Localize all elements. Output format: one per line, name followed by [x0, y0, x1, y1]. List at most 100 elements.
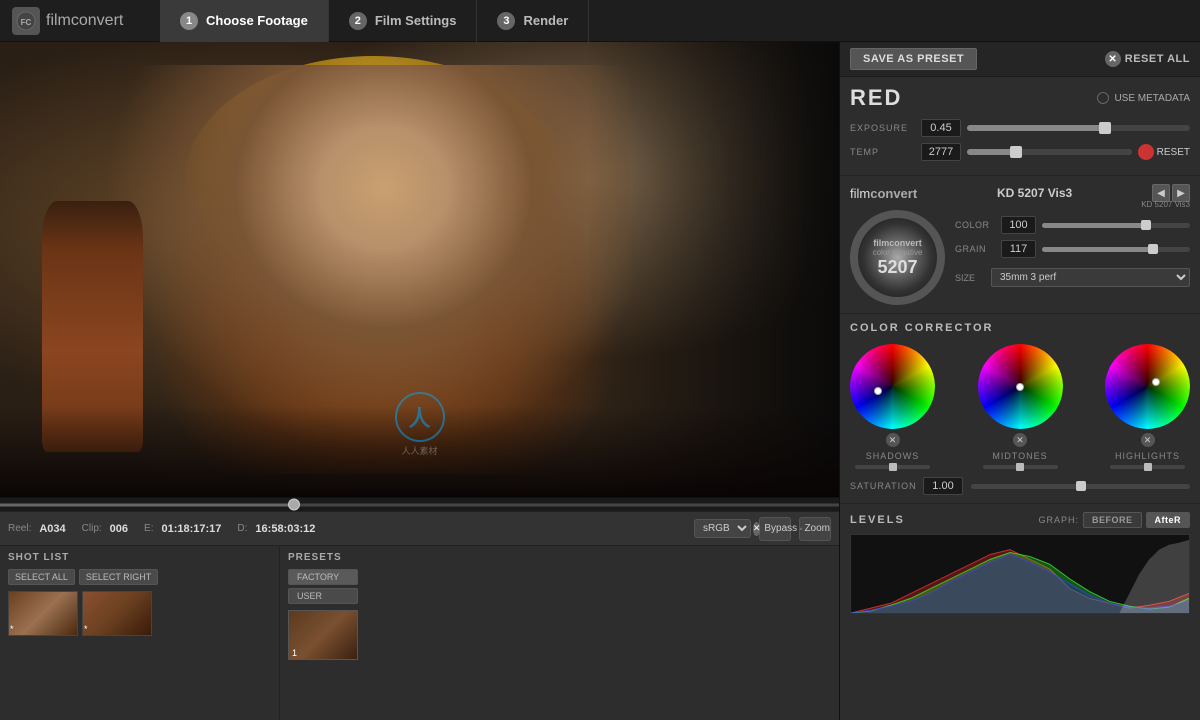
exposure-handle[interactable]: [1099, 122, 1111, 134]
fc-params: KD 5207 Vis3 COLOR GRAIN: [955, 210, 1190, 305]
highlights-label: HIGHLIGHTS: [1115, 451, 1180, 461]
shot-list-panel: SHOT LIST SELECT ALL SELECT RIGHT * *: [0, 546, 280, 720]
highlights-overlay: [1105, 344, 1190, 429]
shadows-slider[interactable]: [855, 465, 930, 469]
metadata-radio[interactable]: [1097, 92, 1109, 104]
select-right-button[interactable]: SELECT RIGHT: [79, 569, 158, 585]
exposure-row: EXPOSURE: [850, 119, 1190, 137]
highlights-wheel-inner: [1105, 344, 1190, 429]
histogram-svg: [851, 535, 1189, 613]
clip-label: Clip:: [82, 523, 102, 534]
user-button[interactable]: USER: [288, 588, 358, 604]
grain-slider[interactable]: [1042, 247, 1190, 252]
save-preset-button[interactable]: SAVE AS PRESET: [850, 48, 977, 70]
temp-slider[interactable]: [967, 149, 1132, 155]
after-button[interactable]: AfteR: [1146, 512, 1191, 528]
shot-thumb-1[interactable]: *: [8, 591, 78, 636]
levels-title: LEVELS: [850, 514, 905, 526]
shadows-reset-button[interactable]: ✕: [886, 433, 900, 447]
red-section: RED USE METADATA EXPOSURE TEMP: [840, 77, 1200, 176]
thumb-star-2: *: [84, 624, 88, 634]
exposure-slider[interactable]: [967, 125, 1190, 131]
factory-button[interactable]: FACTORY: [288, 569, 358, 585]
color-fill: [1042, 223, 1146, 228]
color-wheels-row: ✕ SHADOWS ✕ MIDTONES: [850, 344, 1190, 469]
highlights-reset-button[interactable]: ✕: [1141, 433, 1155, 447]
color-space-select[interactable]: sRGB: [694, 519, 751, 538]
color-handle[interactable]: [1141, 220, 1151, 230]
e-label: E:: [144, 523, 153, 534]
shot-thumb-2[interactable]: *: [82, 591, 152, 636]
tab-choose-footage[interactable]: 1 Choose Footage: [160, 0, 329, 42]
midtones-slider[interactable]: [983, 465, 1058, 469]
shadows-dot[interactable]: [874, 387, 882, 395]
right-top-bar: SAVE AS PRESET ✕ RESET ALL: [840, 42, 1200, 77]
temp-fill: [967, 149, 1016, 155]
tab-film-settings[interactable]: 2 Film Settings: [329, 0, 478, 42]
temp-label: TEMP: [850, 147, 915, 157]
scrubber-track[interactable]: [0, 503, 839, 506]
zoom-button[interactable]: Zoom: [799, 517, 831, 541]
midtones-reset-button[interactable]: ✕: [1013, 433, 1027, 447]
highlights-wheel[interactable]: [1105, 344, 1190, 429]
tab3-num: 3: [497, 12, 515, 30]
levels-header: LEVELS GRAPH: BEFORE AfteR: [850, 512, 1190, 528]
d-timecode: 16:58:03:12: [255, 523, 315, 535]
film-wheel[interactable]: filmconvert color negative 5207: [850, 210, 945, 305]
preset-thumbnail[interactable]: 1: [288, 610, 358, 660]
tab2-num: 2: [349, 12, 367, 30]
shot-list-title: SHOT LIST: [8, 552, 271, 563]
grain-fill: [1042, 247, 1153, 252]
use-metadata[interactable]: USE METADATA: [1097, 92, 1190, 104]
temp-handle[interactable]: [1010, 146, 1022, 158]
highlights-slider-handle[interactable]: [1144, 463, 1152, 471]
fc-film-name: KD 5207 Vis3: [997, 186, 1072, 200]
color-slider[interactable]: [1042, 223, 1190, 228]
preset-buttons: FACTORY USER: [288, 569, 358, 604]
exposure-input[interactable]: [921, 119, 961, 137]
fc-film-label-overlay: KD 5207 Vis3: [1141, 200, 1190, 209]
app-icon: FC: [12, 7, 40, 35]
highlights-dot[interactable]: [1152, 378, 1160, 386]
grain-handle[interactable]: [1148, 244, 1158, 254]
highlights-slider[interactable]: [1110, 465, 1185, 469]
shadows-slider-handle[interactable]: [889, 463, 897, 471]
grain-label: GRAIN: [955, 244, 995, 254]
midtones-slider-handle[interactable]: [1016, 463, 1024, 471]
shadows-overlay: [850, 344, 935, 429]
bypass-button[interactable]: ✕ Bypass: [759, 517, 791, 541]
video-area[interactable]: 人 人人素材: [0, 42, 839, 497]
color-input[interactable]: [1001, 216, 1036, 234]
reset-red-button[interactable]: RESET: [1138, 144, 1190, 160]
saturation-input[interactable]: [923, 477, 963, 495]
select-all-button[interactable]: SELECT ALL: [8, 569, 75, 585]
left-panel: 人 人人素材 Reel: A034 Clip: 006 E: 01:18:17:…: [0, 42, 840, 720]
video-preview: 人 人人素材: [0, 42, 839, 497]
reel-value: A034: [39, 523, 65, 535]
shadows-wheel-container: ✕ SHADOWS: [850, 344, 935, 469]
reset-all-button[interactable]: ✕ RESET ALL: [1105, 51, 1190, 67]
midtones-wheel[interactable]: [978, 344, 1063, 429]
histogram-area: [850, 534, 1190, 614]
scrubber-fill: [0, 503, 294, 506]
tab3-label: Render: [523, 13, 568, 28]
exposure-fill: [967, 125, 1105, 131]
before-button[interactable]: BEFORE: [1083, 512, 1142, 528]
shadows-wheel[interactable]: [850, 344, 935, 429]
scrubber-bar[interactable]: [0, 497, 839, 511]
film-wheel-sub: color negative: [873, 248, 923, 257]
grain-input[interactable]: [1001, 240, 1036, 258]
size-select[interactable]: 35mm 3 perf: [991, 268, 1190, 287]
fc-header: filmconvert KD 5207 Vis3 ◀ ▶: [850, 184, 1190, 202]
midtones-dot[interactable]: [1016, 383, 1024, 391]
saturation-slider[interactable]: [971, 484, 1190, 489]
tab-render[interactable]: 3 Render: [477, 0, 589, 42]
scrubber-handle[interactable]: [288, 499, 300, 511]
size-label: SIZE: [955, 273, 985, 283]
saturation-row: SATURATION: [850, 477, 1190, 495]
grain-row: GRAIN: [955, 240, 1190, 258]
saturation-handle[interactable]: [1076, 481, 1086, 491]
fc-brand2: convert: [870, 186, 917, 201]
temp-input[interactable]: [921, 143, 961, 161]
e-timecode: 01:18:17:17: [161, 523, 221, 535]
